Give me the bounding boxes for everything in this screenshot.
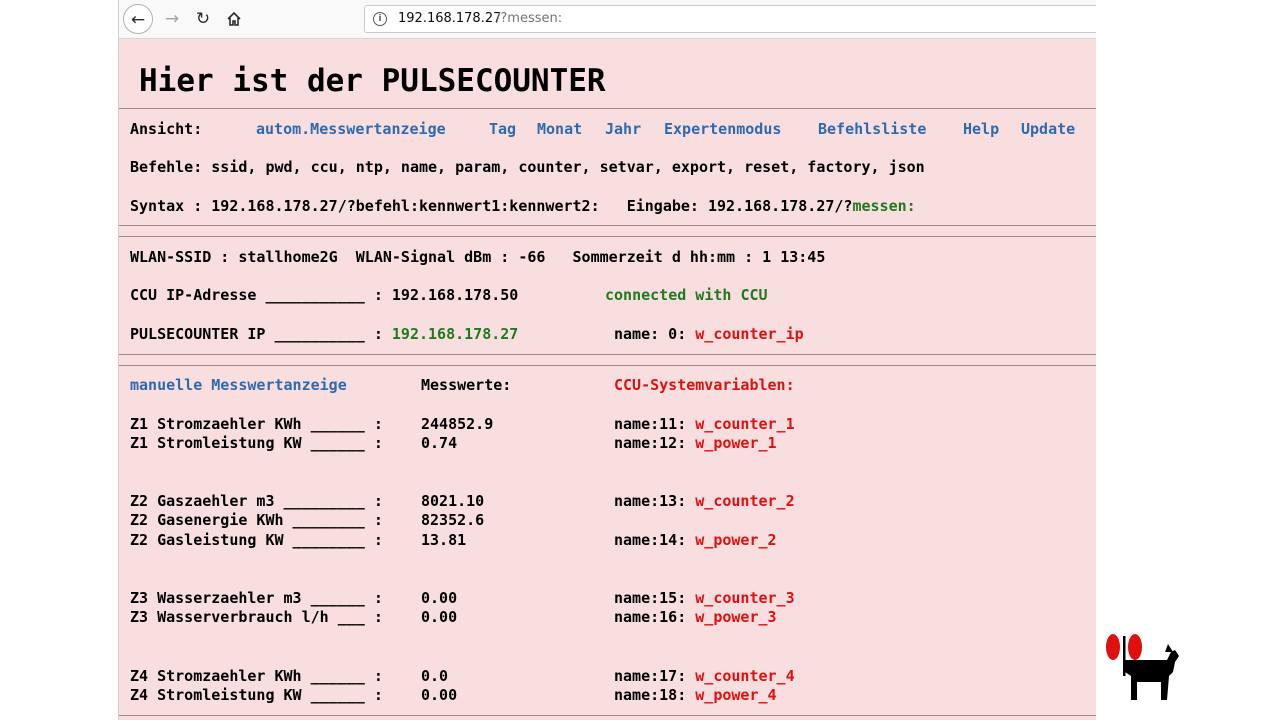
nav-link-autom-messwertanzeige[interactable]: autom.Messwertanzeige bbox=[256, 120, 446, 138]
reading-value-z3-water-counter: 0.00 bbox=[421, 589, 458, 607]
pulsecounter-ip-label: PULSECOUNTER IP __________ : bbox=[130, 325, 392, 343]
ccu-connection-status: connected with CCU bbox=[605, 286, 768, 304]
nav-link-help[interactable]: Help bbox=[963, 120, 999, 138]
reading-label-z2-gas-power: Z2 Gasleistung KW ________ : bbox=[130, 531, 383, 549]
divider bbox=[119, 354, 1096, 355]
reading-value-z2-gas-energy: 82352.6 bbox=[421, 511, 485, 529]
reading-value-z1-counter: 244852.9 bbox=[421, 415, 494, 433]
ansicht-label: Ansicht: bbox=[130, 120, 203, 138]
ccu-var-label: name:16: bbox=[614, 608, 696, 626]
pulsecounter-name-var: w_counter_ip bbox=[695, 325, 804, 343]
ccu-var-label: name:13: bbox=[614, 492, 696, 510]
reading-value-z4-power: 0.00 bbox=[421, 686, 458, 704]
ccu-var-name: w_counter_4 bbox=[695, 667, 795, 685]
ccu-var-label: name:18: bbox=[614, 686, 696, 704]
ccu-var-name: w_power_1 bbox=[695, 434, 777, 452]
ccu-var-name: w_counter_2 bbox=[695, 492, 795, 510]
url-path: /?messen: bbox=[496, 11, 563, 26]
nav-link-expertenmodus[interactable]: Expertenmodus bbox=[664, 120, 781, 138]
manual-readings-link[interactable]: manuelle Messwertanzeige bbox=[130, 376, 347, 394]
reading-value-z4-counter: 0.0 bbox=[421, 667, 449, 685]
divider bbox=[119, 225, 1096, 226]
reload-icon[interactable]: ↻ bbox=[190, 6, 216, 32]
ccu-var-z4-counter: name:17: w_counter_4 bbox=[614, 667, 795, 685]
ccu-var-name: w_power_2 bbox=[695, 531, 777, 549]
ccu-var-z1-power: name:12: w_power_1 bbox=[614, 434, 777, 452]
messwerte-header: Messwerte: bbox=[421, 376, 512, 394]
wlan-status-line: WLAN-SSID : stallhome2G WLAN-Signal dBm … bbox=[130, 248, 826, 266]
reading-label-z1-counter: Z1 Stromzaehler KWh ______ : bbox=[130, 415, 383, 433]
ccu-var-label: name:12: bbox=[614, 434, 696, 452]
ccu-var-label: name:14: bbox=[614, 531, 696, 549]
pulsecounter-ip-line: PULSECOUNTER IP __________ : 192.168.178… bbox=[130, 325, 518, 343]
ccu-ip-line: CCU IP-Adresse ___________ : 192.168.178… bbox=[130, 286, 519, 304]
dog-with-antenna-logo bbox=[1103, 630, 1183, 702]
nav-link-jahr[interactable]: Jahr bbox=[605, 120, 641, 138]
pulsecounter-name-label: name: 0: bbox=[614, 325, 696, 343]
ccu-var-z3-counter: name:15: w_counter_3 bbox=[614, 589, 795, 607]
back-arrow-icon[interactable]: ← bbox=[123, 4, 153, 34]
divider bbox=[119, 108, 1096, 109]
nav-link-tag[interactable]: Tag bbox=[489, 120, 516, 138]
nav-link-monat[interactable]: Monat bbox=[537, 120, 582, 138]
ccu-vars-header: CCU-Systemvariablen: bbox=[614, 376, 795, 394]
page-title: Hier ist der PULSECOUNTER bbox=[139, 63, 606, 99]
ccu-var-label: name:15: bbox=[614, 589, 696, 607]
syntax-command: messen: bbox=[852, 197, 916, 215]
ccu-var-label: name:11: bbox=[614, 415, 696, 433]
ccu-var-z3-power: name:16: w_power_3 bbox=[614, 608, 777, 626]
ccu-var-name: w_counter_3 bbox=[695, 589, 795, 607]
ccu-var-name: w_power_4 bbox=[695, 686, 777, 704]
ccu-var-z4-power: name:18: w_power_4 bbox=[614, 686, 777, 704]
ccu-var-z1-counter: name:11: w_counter_1 bbox=[614, 415, 795, 433]
nav-link-update[interactable]: Update bbox=[1021, 120, 1075, 138]
divider bbox=[119, 236, 1096, 237]
reading-label-z1-power: Z1 Stromleistung KW ______ : bbox=[130, 434, 383, 452]
divider bbox=[119, 365, 1096, 366]
ccu-var-z2-counter: name:13: w_counter_2 bbox=[614, 492, 795, 510]
home-icon[interactable] bbox=[221, 6, 247, 32]
reading-value-z3-water-flow: 0.00 bbox=[421, 608, 458, 626]
ccu-var-z2-power: name:14: w_power_2 bbox=[614, 531, 777, 549]
browser-toolbar: ← → ↻ i 192.168.178.27 /?messen: bbox=[119, 0, 1096, 39]
pulsecounter-ip-value: 192.168.178.27 bbox=[391, 325, 519, 343]
divider bbox=[119, 715, 1096, 716]
syntax-line: Syntax : 192.168.178.27/?befehl:kennwert… bbox=[130, 197, 916, 215]
reading-label-z3-water-counter: Z3 Wasserzaehler m3 ______ : bbox=[130, 589, 383, 607]
nav-link-befehlsliste[interactable]: Befehlsliste bbox=[818, 120, 926, 138]
reading-label-z3-water-flow: Z3 Wasserverbrauch l/h ___ : bbox=[130, 608, 383, 626]
address-bar[interactable]: i 192.168.178.27 /?messen: bbox=[364, 5, 1096, 33]
reading-value-z1-power: 0.74 bbox=[421, 434, 458, 452]
befehle-line: Befehle: ssid, pwd, ccu, ntp, name, para… bbox=[130, 158, 925, 176]
browser-window: ← → ↻ i 192.168.178.27 /?messen: Hier is… bbox=[118, 0, 1096, 720]
ccu-var-name: w_counter_1 bbox=[695, 415, 795, 433]
ccu-var-label: name:17: bbox=[614, 667, 696, 685]
ccu-var-name: w_power_3 bbox=[695, 608, 777, 626]
reading-label-z2-gas-energy: Z2 Gasenergie KWh ________ : bbox=[130, 511, 383, 529]
url-host: 192.168.178.27 bbox=[398, 11, 502, 26]
syntax-text: Syntax : 192.168.178.27/?befehl:kennwert… bbox=[130, 197, 853, 215]
reading-label-z4-power: Z4 Stromleistung KW ______ : bbox=[130, 686, 383, 704]
info-icon[interactable]: i bbox=[373, 12, 387, 26]
reading-value-z2-gas-power: 13.81 bbox=[421, 531, 467, 549]
pulsecounter-name-line: name: 0: w_counter_ip bbox=[614, 325, 804, 343]
reading-value-z2-gas-counter: 8021.10 bbox=[421, 492, 485, 510]
forward-arrow-icon[interactable]: → bbox=[159, 6, 185, 32]
page-content: Hier ist der PULSECOUNTER Ansicht: autom… bbox=[119, 39, 1096, 720]
reading-label-z2-gas-counter: Z2 Gaszaehler m3 _________ : bbox=[130, 492, 383, 510]
reading-label-z4-counter: Z4 Stromzaehler KWh ______ : bbox=[130, 667, 383, 685]
